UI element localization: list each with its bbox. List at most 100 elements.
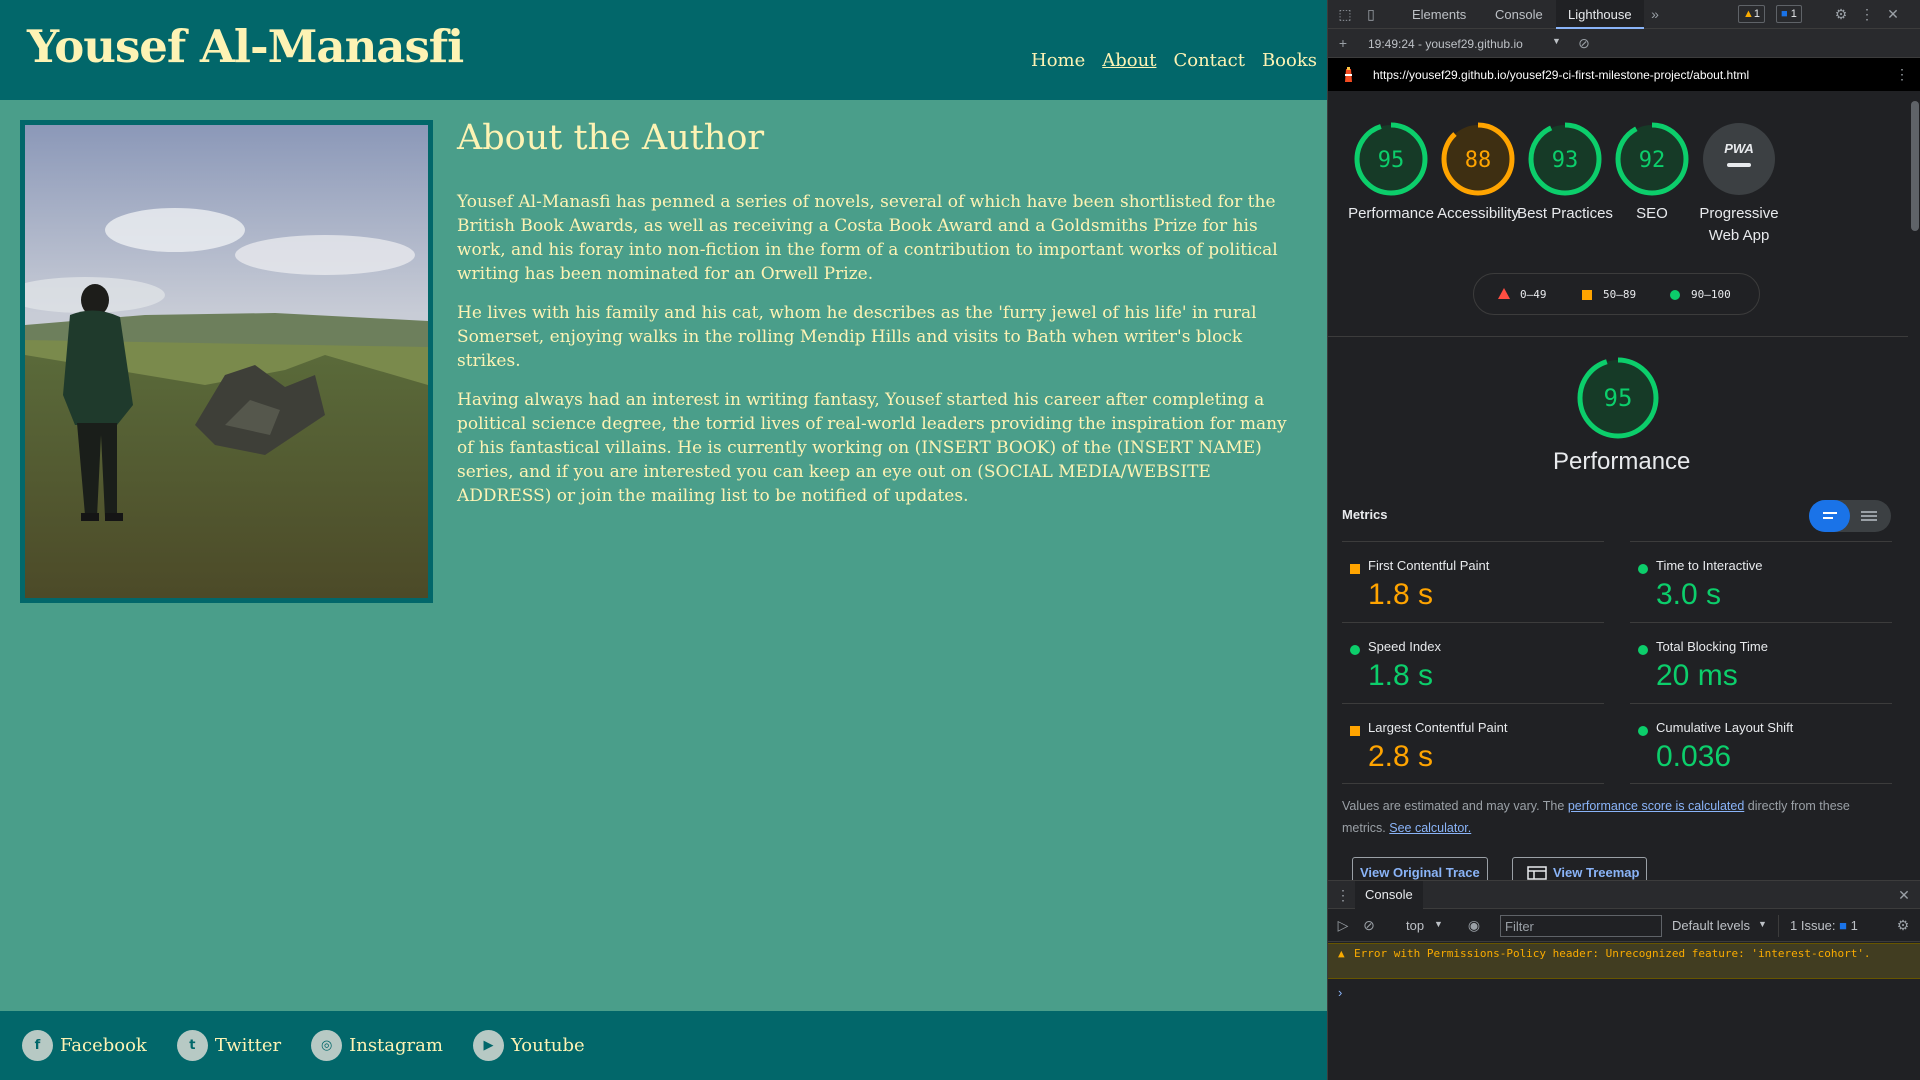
pass-circle-icon — [1638, 726, 1648, 736]
legend-average: 50–89 — [1603, 288, 1637, 301]
view-original-trace-button[interactable]: View Original Trace — [1352, 857, 1488, 880]
about-body: Yousef Al-Manasfi has penned a series of… — [457, 190, 1297, 523]
log-levels-dropdown[interactable]: Default levels — [1672, 918, 1750, 933]
site-header: Yousef Al-Manasfi Home About Contact Boo… — [0, 0, 1327, 100]
social-link-facebook[interactable]: f Facebook — [22, 1030, 147, 1061]
kebab-menu-icon[interactable]: ⋮ — [1858, 5, 1876, 23]
button-label: View Treemap — [1553, 865, 1640, 880]
average-square-icon — [1582, 290, 1592, 300]
scrollbar-thumb[interactable] — [1911, 101, 1919, 231]
audited-url[interactable]: https://yousef29.github.io/yousef29-ci-f… — [1373, 68, 1749, 82]
website-viewport: Yousef Al-Manasfi Home About Contact Boo… — [0, 0, 1327, 1080]
drawer-menu-icon[interactable]: ⋮ — [1334, 886, 1352, 904]
new-report-icon[interactable]: + — [1334, 34, 1352, 52]
drawer-tab-console[interactable]: Console — [1355, 881, 1423, 909]
context-dropdown-icon[interactable]: ▼ — [1434, 919, 1443, 929]
tab-elements[interactable]: Elements — [1400, 0, 1478, 29]
performance-score-ring: 95 — [1577, 357, 1659, 439]
clear-reports-icon[interactable]: ⊘ — [1575, 34, 1593, 52]
metric-time-to-interactive: Time to Interactive 3.0 s — [1630, 541, 1892, 623]
nav-home[interactable]: Home — [1031, 50, 1085, 71]
more-tabs-icon[interactable]: » — [1646, 5, 1664, 23]
about-paragraph: Having always had an interest in writing… — [457, 390, 1287, 506]
issue-icon: ■ — [1839, 918, 1848, 933]
score-legend: 0–49 50–89 90–100 — [1473, 273, 1760, 315]
report-scrollbar[interactable] — [1908, 91, 1920, 880]
social-link-instagram[interactable]: ◎ Instagram — [311, 1030, 443, 1061]
context-selector[interactable]: top — [1406, 918, 1424, 933]
url-menu-icon[interactable]: ⋮ — [1895, 66, 1909, 83]
divider — [1328, 336, 1908, 337]
metrics-view-toggle[interactable] — [1809, 500, 1891, 532]
tab-lighthouse[interactable]: Lighthouse — [1556, 0, 1644, 29]
console-prompt-icon[interactable]: › — [1338, 985, 1342, 1000]
score-value: 92 — [1639, 148, 1666, 173]
metric-name: Speed Index — [1368, 639, 1442, 654]
metric-total-blocking-time: Total Blocking Time 20 ms — [1630, 622, 1892, 704]
toggle-compact-button[interactable] — [1809, 500, 1850, 532]
settings-gear-icon[interactable]: ⚙ — [1832, 5, 1850, 23]
expand-icon — [1861, 511, 1877, 513]
score-ring: 93 — [1528, 122, 1602, 196]
tab-console[interactable]: Console — [1483, 0, 1555, 29]
social-label: Facebook — [60, 1035, 147, 1056]
metric-name: Cumulative Layout Shift — [1656, 720, 1794, 735]
metric-speed-index: Speed Index 1.8 s — [1342, 622, 1604, 704]
warnings-badge[interactable]: ▲1 — [1738, 5, 1766, 23]
metric-value: 2.8 s — [1368, 740, 1434, 773]
close-drawer-icon[interactable]: ✕ — [1895, 886, 1913, 904]
device-toolbar-icon[interactable]: ▯ — [1362, 5, 1380, 23]
console-drawer: ⋮ Console ✕ ▷ ⊘ top ▼ ◉ Default levels ▼… — [1328, 880, 1920, 1080]
pwa-badge-icon: PWA — [1703, 123, 1775, 195]
metric-value: 0.036 — [1656, 740, 1732, 773]
sidebar-toggle-icon[interactable]: ▷ — [1334, 916, 1352, 934]
report-selector[interactable]: 19:49:24 - yousef29.github.io — [1368, 37, 1523, 51]
metric-value: 1.8 s — [1368, 578, 1434, 611]
issues-link[interactable]: 1 Issue: ■ 1 — [1790, 918, 1858, 933]
metric-value: 20 ms — [1656, 659, 1738, 692]
nav-books[interactable]: Books — [1262, 50, 1317, 71]
lighthouse-toolbar: + 19:49:24 - yousef29.github.io ▼ ⊘ — [1328, 29, 1920, 58]
nav-contact[interactable]: Contact — [1173, 50, 1244, 71]
performance-score-link[interactable]: performance score is calculated — [1568, 799, 1744, 813]
clear-console-icon[interactable]: ⊘ — [1360, 916, 1378, 934]
metrics-title: Metrics — [1342, 507, 1388, 522]
average-square-icon — [1350, 564, 1360, 574]
eye-icon[interactable]: ◉ — [1465, 916, 1483, 934]
social-link-twitter[interactable]: t Twitter — [176, 1030, 282, 1061]
console-filter-input[interactable] — [1500, 915, 1662, 937]
warnings-count: 1 — [1753, 8, 1761, 20]
see-calculator-link[interactable]: See calculator. — [1389, 821, 1471, 835]
console-toolbar: ▷ ⊘ top ▼ ◉ Default levels ▼ 1 Issue: ■ … — [1328, 909, 1920, 942]
performance-summary: 95 Performance — [1553, 356, 1690, 476]
metric-first-contentful-paint: First Contentful Paint 1.8 s — [1342, 541, 1604, 623]
legend-fail: 0–49 — [1520, 288, 1547, 301]
levels-dropdown-icon[interactable]: ▼ — [1758, 919, 1767, 929]
nav-about[interactable]: About — [1102, 50, 1156, 71]
pass-circle-icon — [1638, 564, 1648, 574]
inspect-element-icon[interactable]: ⬚ — [1336, 5, 1354, 23]
author-photo-image — [25, 125, 428, 598]
close-devtools-icon[interactable]: ✕ — [1884, 5, 1902, 23]
score-ring: 88 — [1441, 122, 1515, 196]
issues-badge[interactable]: ■ 1 — [1776, 5, 1802, 23]
metric-value: 3.0 s — [1656, 578, 1722, 611]
social-link-youtube[interactable]: ▶ Youtube — [472, 1030, 585, 1061]
metrics-note: Values are estimated and may vary. The p… — [1342, 795, 1897, 839]
view-treemap-button[interactable]: View Treemap — [1512, 857, 1648, 880]
social-label: Twitter — [214, 1035, 282, 1056]
lighthouse-logo-icon — [1345, 67, 1352, 82]
pass-circle-icon — [1350, 645, 1360, 655]
about-paragraph: He lives with his family and his cat, wh… — [457, 303, 1257, 371]
report-dropdown-icon[interactable]: ▼ — [1552, 36, 1561, 46]
issues-count: 1 — [1850, 918, 1858, 933]
metric-value: 1.8 s — [1368, 659, 1434, 692]
note-text: Values are estimated and may vary. The — [1342, 799, 1568, 813]
gauge-pwa[interactable]: PWA Progressive Web App — [1684, 121, 1794, 247]
instagram-icon: ◎ — [311, 1030, 343, 1061]
legend-pass: 90–100 — [1691, 288, 1731, 301]
facebook-icon: f — [22, 1030, 53, 1061]
console-settings-gear-icon[interactable]: ⚙ — [1894, 916, 1912, 934]
console-warning-message[interactable]: ▲ Error with Permissions-Policy header: … — [1328, 943, 1920, 979]
list-icon — [1823, 512, 1837, 514]
